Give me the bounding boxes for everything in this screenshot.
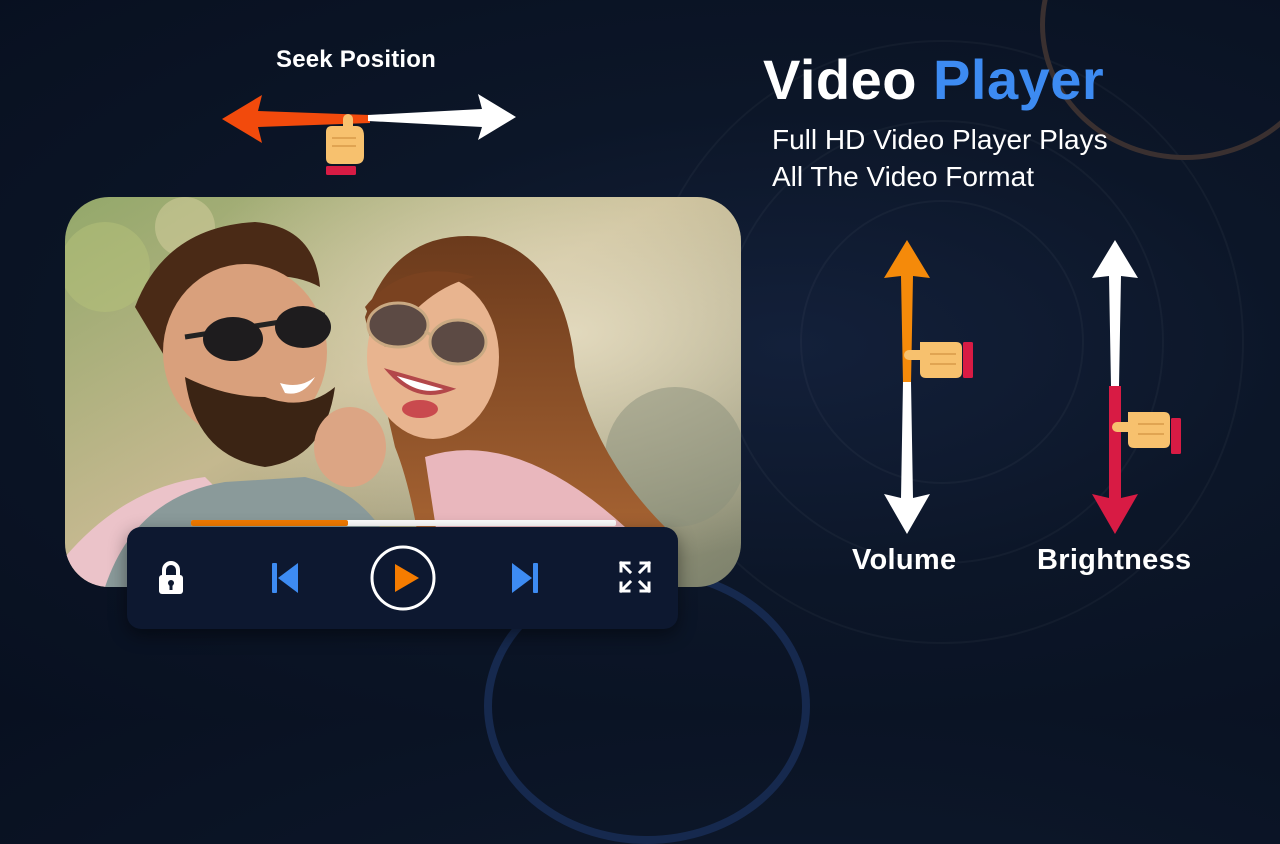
volume-label: Volume: [852, 544, 957, 576]
fullscreen-icon: [618, 560, 652, 594]
seek-gesture-arrow: [220, 92, 520, 187]
app-title: Video Player: [763, 52, 1104, 108]
play-button[interactable]: [369, 544, 437, 612]
previous-button[interactable]: [265, 558, 305, 598]
playback-progress-bar[interactable]: [191, 520, 616, 526]
skip-previous-icon: [272, 563, 298, 593]
app-subtitle: Full HD Video Player Plays All The Video…: [772, 121, 1192, 195]
pointing-hand-icon: [1112, 412, 1181, 454]
lock-button[interactable]: [151, 557, 191, 599]
app-title-word-1: Video: [763, 48, 917, 111]
brightness-label: Brightness: [1037, 544, 1192, 576]
pointing-hand-icon: [904, 342, 973, 378]
player-control-bar: [127, 527, 678, 629]
play-icon: [370, 545, 436, 611]
next-button[interactable]: [505, 558, 545, 598]
app-title-word-2: Player: [933, 48, 1105, 111]
seek-position-label: Seek Position: [276, 46, 436, 73]
skip-next-icon: [512, 563, 538, 593]
playback-progress-fill: [191, 520, 349, 526]
lock-icon: [159, 561, 183, 594]
subtitle-line-2: All The Video Format: [772, 161, 1034, 192]
volume-gesture-arrow: [870, 236, 990, 541]
fullscreen-button[interactable]: [615, 557, 655, 597]
brightness-gesture-arrow: [1080, 236, 1200, 541]
subtitle-line-1: Full HD Video Player Plays: [772, 124, 1108, 155]
